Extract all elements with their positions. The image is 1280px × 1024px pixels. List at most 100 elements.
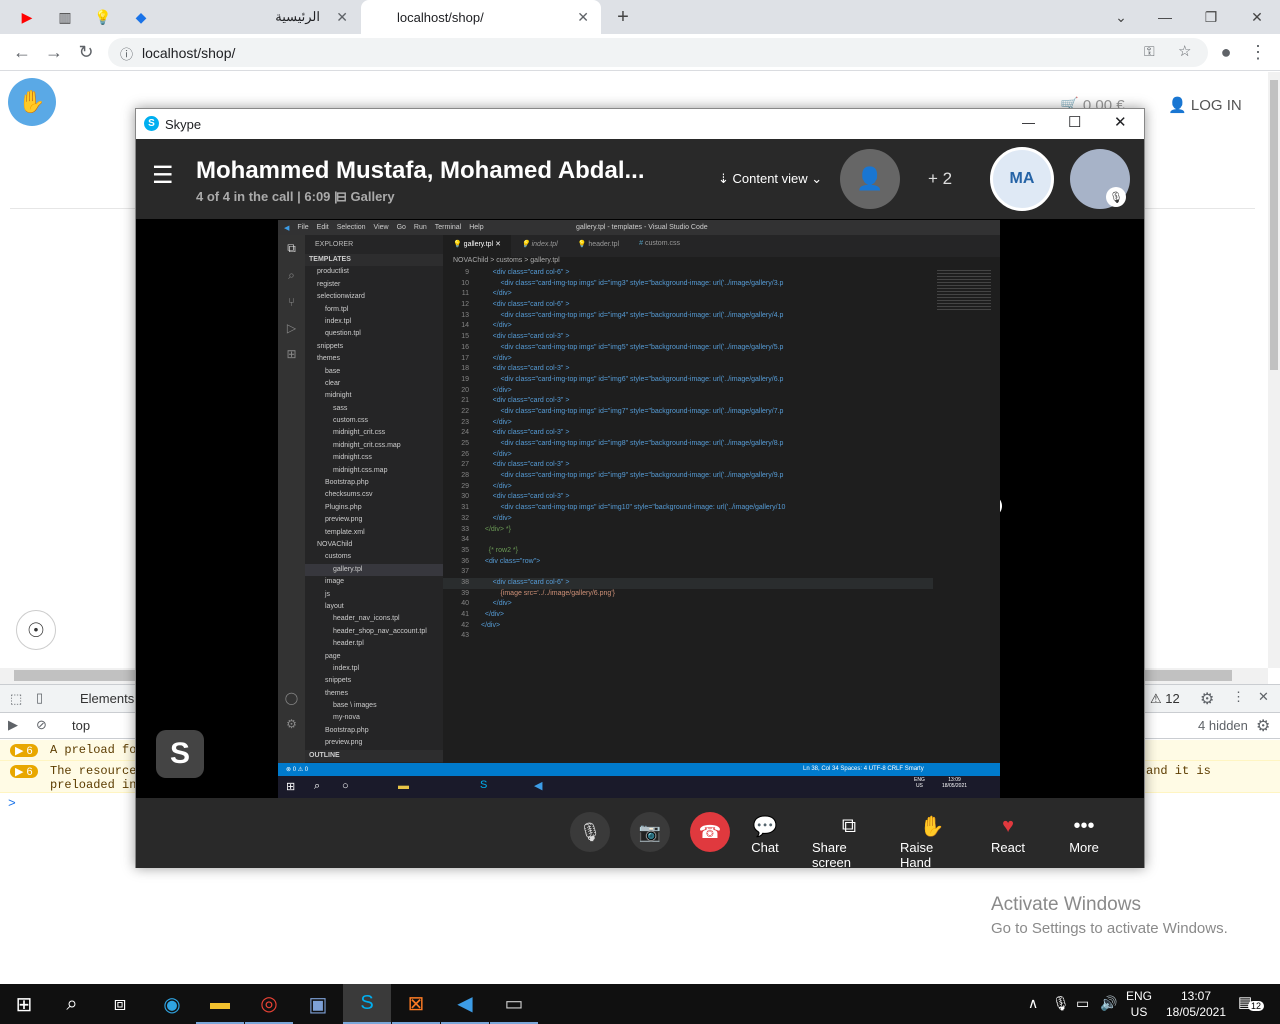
context-selector[interactable]: top xyxy=(72,718,90,733)
language-indicator[interactable]: ENG US xyxy=(1124,988,1154,1020)
explorer-tree-item[interactable]: base \ images xyxy=(305,700,443,712)
login-link[interactable]: 👤 LOG IN xyxy=(1168,96,1242,114)
chrome-icon[interactable]: ◎ xyxy=(245,984,293,1024)
problems-status[interactable]: ⊗ 0 ⚠ 0 xyxy=(286,766,308,773)
explorer-tree-item[interactable]: form.tpl xyxy=(305,304,443,316)
restore-icon[interactable]: ❐ xyxy=(1200,6,1222,28)
site-logo-icon[interactable]: ✋ xyxy=(8,78,56,126)
menu-item[interactable]: File xyxy=(297,224,308,231)
explorer-tree-item[interactable]: midnight_crit.css.map xyxy=(305,440,443,452)
minimap[interactable] xyxy=(933,268,995,758)
add-participant-icon[interactable]: 👤 xyxy=(840,149,900,209)
star-icon[interactable]: ☆ xyxy=(1178,42,1191,60)
settings-gear-icon[interactable]: ⚙ xyxy=(1200,689,1214,709)
explorer-tree-item[interactable]: gallery.tpl xyxy=(305,563,443,577)
microphone-icon[interactable]: 🎙 xyxy=(1052,995,1070,1012)
edge-icon[interactable]: ◉ xyxy=(148,984,196,1024)
chat-button[interactable]: 💬 Chat xyxy=(750,812,780,856)
explorer-tree-item[interactable]: Bootstrap.php xyxy=(305,477,443,489)
tab-shop[interactable]: localhost/shop/ ✕ xyxy=(361,0,601,34)
editor-tab[interactable]: 💡 index.tpl xyxy=(511,235,568,257)
new-tab-icon[interactable]: + xyxy=(612,6,634,28)
menu-item[interactable]: Help xyxy=(469,224,483,231)
minimize-icon[interactable]: — xyxy=(1154,6,1176,28)
issues-badge[interactable]: ⚠ 12 xyxy=(1150,691,1180,707)
explorer-tree-item[interactable]: index.tpl xyxy=(305,663,443,675)
explorer-tree-item[interactable]: midnight.css xyxy=(305,452,443,464)
explorer-tree-item[interactable]: preview.png xyxy=(305,737,443,749)
minimize-icon[interactable]: — xyxy=(1022,115,1035,130)
clock[interactable]: 13:07 18/05/2021 xyxy=(1160,988,1232,1020)
explorer-tree-item[interactable]: midnight_crit.css xyxy=(305,427,443,439)
menu-item[interactable]: Edit xyxy=(317,224,329,231)
explorer-tree-item[interactable]: header_nav_icons.tpl xyxy=(305,613,443,625)
menu-item[interactable]: Terminal xyxy=(435,224,461,231)
explorer-tree-item[interactable]: image xyxy=(305,576,443,588)
tab-home[interactable]: الرئيسية ✕ xyxy=(190,0,360,34)
show-hidden-icons-icon[interactable]: ∧ xyxy=(1028,995,1038,1012)
forward-icon[interactable]: → xyxy=(42,40,66,64)
run-debug-icon[interactable]: ▷ xyxy=(278,321,305,335)
explorer-tree-item[interactable]: themes xyxy=(305,353,443,365)
extensions-icon[interactable]: ⊞ xyxy=(278,347,305,361)
close-icon[interactable]: ✕ xyxy=(577,9,589,26)
more-button[interactable]: ••• More xyxy=(1066,812,1102,856)
close-window-icon[interactable]: ✕ xyxy=(1246,6,1268,28)
maximize-icon[interactable]: ☐ xyxy=(1068,113,1081,131)
file-explorer-icon[interactable]: ▬ xyxy=(196,984,244,1024)
avatar[interactable]: MA xyxy=(990,147,1054,211)
back-icon[interactable]: ← xyxy=(10,40,34,64)
clear-console-icon[interactable]: ⊘ xyxy=(36,717,47,733)
fingerprint-icon[interactable]: ☉ xyxy=(16,610,56,650)
close-icon[interactable]: ✕ xyxy=(1114,113,1127,131)
reader-icon[interactable]: ▥ xyxy=(54,6,76,28)
console-settings-icon[interactable]: ⚙ xyxy=(1256,716,1270,736)
explorer-tree-item[interactable]: Plugins.php xyxy=(305,502,443,514)
search-icon[interactable]: ⌕ xyxy=(278,268,305,283)
explorer-tree-item[interactable]: snippets xyxy=(305,675,443,687)
explorer-tree-item[interactable]: OUTLINE xyxy=(305,749,443,763)
terminal-icon[interactable]: ▭ xyxy=(490,984,538,1024)
explorer-tree-item[interactable]: midnight xyxy=(305,390,443,402)
sidebar-toggle-icon[interactable]: ▶ xyxy=(8,717,18,733)
menu-icon[interactable]: ⋮ xyxy=(1246,40,1270,64)
task-view-icon[interactable]: ⧈ xyxy=(96,984,144,1024)
key-icon[interactable]: ⚿ xyxy=(1144,43,1155,60)
volume-icon[interactable]: 🔊 xyxy=(1100,995,1117,1012)
code-editor[interactable]: 9 <div class="card col-6" >10 <div class… xyxy=(443,268,933,758)
menu-item[interactable]: Selection xyxy=(337,224,366,231)
explorer-tree-item[interactable]: page xyxy=(305,651,443,663)
explorer-tree-item[interactable]: template.xml xyxy=(305,527,443,539)
editor-status[interactable]: Ln 38, Col 34 Spaces: 4 UTF-8 CRLF Smart… xyxy=(803,766,924,772)
account-icon[interactable]: ◯ xyxy=(278,691,305,705)
explorer-tree-item[interactable]: my-nova xyxy=(305,712,443,724)
network-tool-icon[interactable]: ▣ xyxy=(294,984,342,1024)
bookmark-app-icon[interactable]: ◆ xyxy=(130,6,152,28)
explorer-tree-item[interactable]: header_shop_nav_account.tpl xyxy=(305,626,443,638)
explorer-tree-item[interactable]: clear xyxy=(305,378,443,390)
explorer-tree-item[interactable]: preview.png xyxy=(305,514,443,526)
page-scrollbar-thumb[interactable] xyxy=(1270,80,1278,370)
search-icon[interactable]: ⌕ xyxy=(48,984,96,1024)
bulb-icon[interactable]: 💡 xyxy=(92,6,114,28)
menu-item[interactable]: Run xyxy=(414,224,427,231)
breadcrumb[interactable]: NOVAChild > customs > gallery.tpl xyxy=(443,257,1000,267)
profile-icon[interactable]: ● xyxy=(1214,40,1238,64)
explorer-tree-item[interactable]: selectionwizard xyxy=(305,291,443,303)
explorer-tree-item[interactable]: snippets xyxy=(305,341,443,353)
react-button[interactable]: ♥ React xyxy=(990,812,1026,856)
inspect-icon[interactable]: ⬚ xyxy=(10,691,22,707)
info-icon[interactable]: ⓘ xyxy=(120,44,133,63)
explorer-tree-item[interactable]: productlist xyxy=(305,266,443,278)
explorer-tree-item[interactable]: register xyxy=(305,279,443,291)
reload-icon[interactable]: ↻ xyxy=(74,40,98,64)
explorer-tree-item[interactable]: themes xyxy=(305,688,443,700)
explorer-tree-item[interactable]: Bootstrap.php xyxy=(305,725,443,737)
manage-gear-icon[interactable]: ⚙ xyxy=(278,717,305,731)
close-devtools-icon[interactable]: ✕ xyxy=(1258,689,1269,705)
gallery-link[interactable]: ⊟ Gallery xyxy=(336,189,395,205)
address-bar[interactable]: ⓘ localhost/shop/ ⚿ ☆ xyxy=(108,38,1208,67)
share-screen-button[interactable]: ⧉ Share screen xyxy=(812,812,886,871)
end-call-button[interactable]: ☎ xyxy=(690,812,730,852)
menu-item[interactable]: Go xyxy=(397,224,406,231)
